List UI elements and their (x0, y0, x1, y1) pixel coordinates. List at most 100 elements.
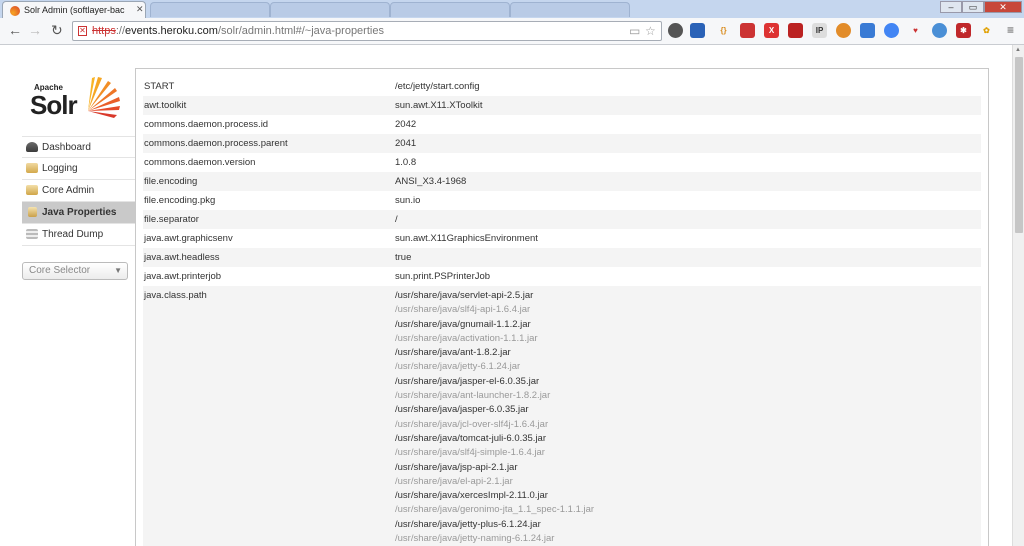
nav-label: Dashboard (42, 142, 91, 153)
back-icon[interactable]: ← (8, 23, 22, 37)
nav-java-properties[interactable]: Java Properties (22, 202, 135, 224)
property-key: commons.daemon.version (144, 157, 256, 168)
property-row: awt.toolkit sun.awt.X11.XToolkit (143, 96, 981, 115)
chevron-down-icon: ▼ (114, 266, 122, 275)
property-row: java.awt.headless true (143, 248, 981, 267)
extension-mail-icon[interactable] (690, 23, 705, 38)
solr-favicon-icon (10, 6, 20, 16)
tab-close-icon[interactable]: ✕ (136, 4, 144, 15)
property-value: true (395, 252, 412, 263)
dashboard-icon (26, 142, 38, 152)
extension-shield-icon[interactable] (740, 23, 755, 38)
extension-cookie-icon[interactable] (836, 23, 851, 38)
property-value: / (395, 214, 398, 225)
property-key: java.awt.headless (144, 252, 220, 263)
property-key: commons.daemon.process.parent (144, 138, 288, 149)
classpath-entry: /usr/share/java/activation-1.1.1.jar (395, 332, 538, 344)
classpath-entry: /usr/share/java/slf4j-api-1.6.4.jar (395, 304, 531, 316)
properties-table: START /etc/jetty/start.config awt.toolki… (143, 77, 981, 546)
property-key: java.awt.graphicsenv (144, 233, 233, 244)
bookmark-star-icon[interactable]: ☆ (645, 24, 656, 38)
property-row: commons.daemon.version 1.0.8 (143, 153, 981, 172)
property-value: sun.awt.X11.XToolkit (395, 100, 483, 111)
classpath-entry: /usr/share/java/jsp-api-2.1.jar (395, 461, 518, 473)
classpath-entry: /usr/share/java/jetty-6.1.24.jar (395, 361, 521, 373)
side-navigation: Dashboard Logging Core Admin Java Proper… (22, 136, 135, 246)
classpath-entry: /usr/share/java/jcl-over-slf4j-1.6.4.jar (395, 418, 549, 430)
extension-globe-icon[interactable] (668, 23, 683, 38)
property-row: commons.daemon.process.id 2042 (143, 115, 981, 134)
classpath-entry: /usr/share/java/tomcat-juli-6.0.35.jar (395, 432, 547, 444)
extension-star-icon[interactable]: ✱ (956, 23, 971, 38)
tab-background[interactable] (390, 2, 510, 17)
address-bar[interactable]: ✕ https://events.heroku.com/solr/admin.h… (72, 21, 662, 41)
property-key: awt.toolkit (144, 100, 187, 111)
reload-icon[interactable]: ↻ (51, 23, 63, 37)
classpath-entry: /usr/share/java/el-api-2.1.jar (395, 475, 513, 487)
url-text[interactable]: https://events.heroku.com/solr/admin.htm… (92, 25, 384, 37)
extension-heart-icon[interactable]: ♥ (908, 23, 923, 38)
tab-background[interactable] (510, 2, 630, 17)
property-row: file.separator / (143, 210, 981, 229)
tab-background[interactable] (270, 2, 390, 17)
nav-label: Thread Dump (42, 229, 104, 240)
extension-google-icon[interactable] (884, 23, 899, 38)
solr-admin-page: Apache Solr Dashboard Logging Core Admin… (0, 45, 1012, 546)
close-window-button[interactable]: ✕ (984, 1, 1022, 13)
core-selector-label: Core Selector (29, 265, 91, 276)
page-scrollbar[interactable]: ▲ (1012, 45, 1024, 546)
property-row: java.awt.graphicsenv sun.awt.X11Graphics… (143, 229, 981, 248)
tab-solr-admin[interactable]: Solr Admin (softlayer-bac ✕ (2, 1, 146, 18)
extension-window-icon[interactable] (860, 23, 875, 38)
property-key: file.encoding.pkg (144, 195, 216, 206)
nav-dashboard[interactable]: Dashboard (22, 136, 135, 158)
property-value: 2042 (395, 119, 417, 130)
forward-icon[interactable]: → (28, 23, 42, 37)
property-key: java.class.path (144, 290, 207, 301)
classpath-entry: /usr/share/java/servlet-api-2.5.jar (395, 290, 534, 301)
translate-icon[interactable]: ▭ (629, 24, 640, 38)
solr-sunburst-icon (88, 77, 120, 118)
extension-cloud-icon[interactable] (932, 23, 947, 38)
tab-background[interactable] (150, 2, 270, 17)
scroll-up-icon[interactable]: ▲ (1015, 47, 1021, 53)
classpath-entry: /usr/share/java/jetty-naming-6.1.24.jar (395, 533, 555, 545)
nav-thread-dump[interactable]: Thread Dump (22, 224, 135, 246)
property-row: java.awt.printerjob sun.print.PSPrinterJ… (143, 267, 981, 286)
tab-title: Solr Admin (softlayer-bac (24, 5, 125, 15)
property-row-classpath: java.class.path /usr/share/java/servlet-… (143, 286, 981, 546)
minimize-button[interactable]: – (940, 1, 962, 13)
property-value: ANSI_X3.4-1968 (395, 176, 467, 187)
core-selector-dropdown[interactable]: Core Selector ▼ (22, 262, 128, 280)
classpath-entry: /usr/share/java/jasper-el-6.0.35.jar (395, 375, 540, 387)
core-admin-icon (26, 185, 38, 195)
extension-red-icon[interactable] (788, 23, 803, 38)
classpath-entry: /usr/share/java/xercesImpl-2.11.0.jar (395, 490, 548, 502)
nav-core-admin[interactable]: Core Admin (22, 180, 135, 202)
classpath-entry: /usr/share/java/ant-launcher-1.8.2.jar (395, 390, 551, 402)
solr-logo[interactable]: Apache Solr (30, 75, 130, 125)
maximize-button[interactable]: ▭ (962, 1, 984, 13)
scrollbar-thumb[interactable] (1015, 57, 1023, 233)
extension-x-icon[interactable]: X (764, 23, 779, 38)
classpath-entry: /usr/share/java/gnumail-1.1.2.jar (395, 318, 531, 330)
nav-label: Java Properties (42, 207, 117, 218)
property-value: /etc/jetty/start.config (395, 81, 480, 92)
extension-braces-icon[interactable]: {} (716, 23, 731, 38)
classpath-entry: /usr/share/java/slf4j-simple-1.6.4.jar (395, 447, 545, 459)
chrome-menu-icon[interactable]: ≡ (1003, 23, 1018, 38)
java-properties-panel: START /etc/jetty/start.config awt.toolki… (135, 68, 989, 546)
url-protocol: https (92, 25, 116, 37)
url-path: /solr/admin.html#/~java-properties (217, 25, 384, 37)
url-host: events.heroku.com (125, 25, 218, 37)
extension-ip-icon[interactable]: IP (812, 23, 827, 38)
classpath-entry: /usr/share/java/jasper-6.0.35.jar (395, 404, 529, 416)
classpath-values: /usr/share/java/servlet-api-2.5.jar /usr… (395, 286, 1012, 546)
nav-logging[interactable]: Logging (22, 158, 135, 180)
property-value: 1.0.8 (395, 157, 417, 168)
extension-flower-icon[interactable]: ✿ (979, 23, 994, 38)
property-value: sun.print.PSPrinterJob (395, 271, 491, 282)
property-value: sun.io (395, 195, 421, 206)
property-row: file.encoding.pkg sun.io (143, 191, 981, 210)
classpath-entry: /usr/share/java/jetty-plus-6.1.24.jar (395, 518, 541, 530)
